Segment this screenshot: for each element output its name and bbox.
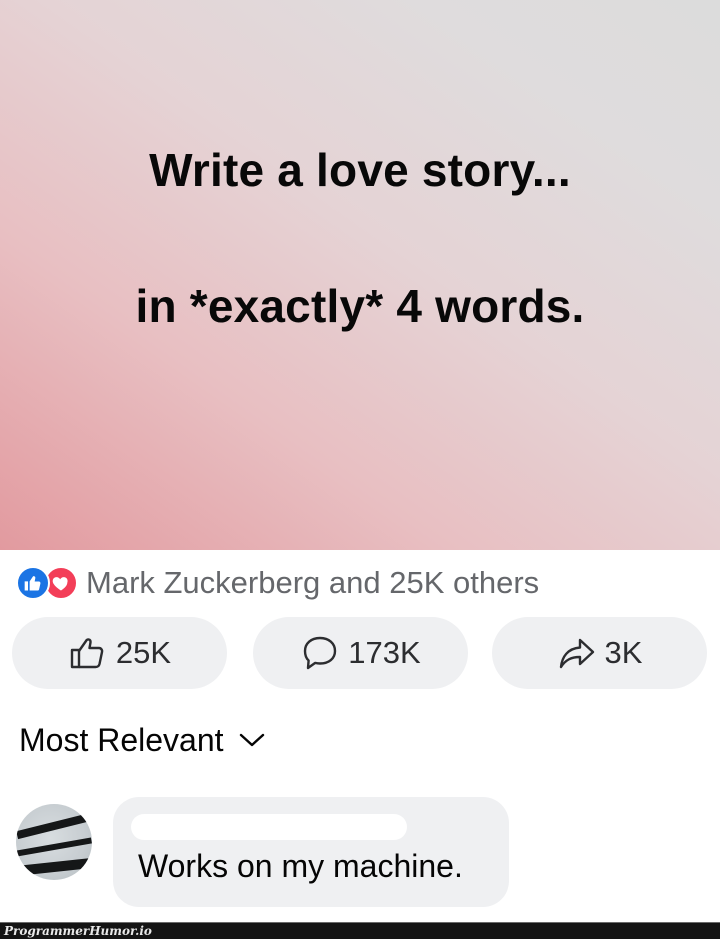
comment-button[interactable]: 173K [253, 617, 468, 689]
post-text-line-1: Write a love story... [149, 144, 571, 196]
chevron-down-icon [239, 733, 264, 747]
comment-text: Works on my machine. [138, 848, 463, 884]
like-icon [16, 566, 50, 600]
commenter-name-redacted [131, 814, 407, 840]
watermark-text: ProgrammerHumor.io [4, 924, 152, 938]
post-image[interactable]: Write a love story... in *exactly* 4 wor… [0, 0, 720, 550]
like-button[interactable]: 25K [12, 617, 227, 689]
share-button[interactable]: 3K [492, 617, 707, 689]
share-arrow-icon [559, 638, 594, 669]
comment-bubble-icon [304, 636, 337, 670]
comment-count: 173K [348, 635, 421, 670]
comments-sort-label: Most Relevant [19, 721, 224, 758]
thumbs-up-icon [70, 638, 104, 669]
reactions-summary[interactable]: Mark Zuckerberg and 25K others [16, 563, 539, 603]
reactions-summary-text: Mark Zuckerberg and 25K others [86, 565, 540, 600]
comments-sort-dropdown[interactable]: Most Relevant [19, 718, 266, 762]
like-count: 25K [115, 635, 172, 670]
commenter-avatar[interactable] [16, 804, 92, 880]
share-count: 3K [604, 635, 643, 670]
post-text-line-2: in *exactly* 4 words. [135, 280, 585, 332]
watermark-bar: ProgrammerHumor.io [0, 922, 720, 939]
